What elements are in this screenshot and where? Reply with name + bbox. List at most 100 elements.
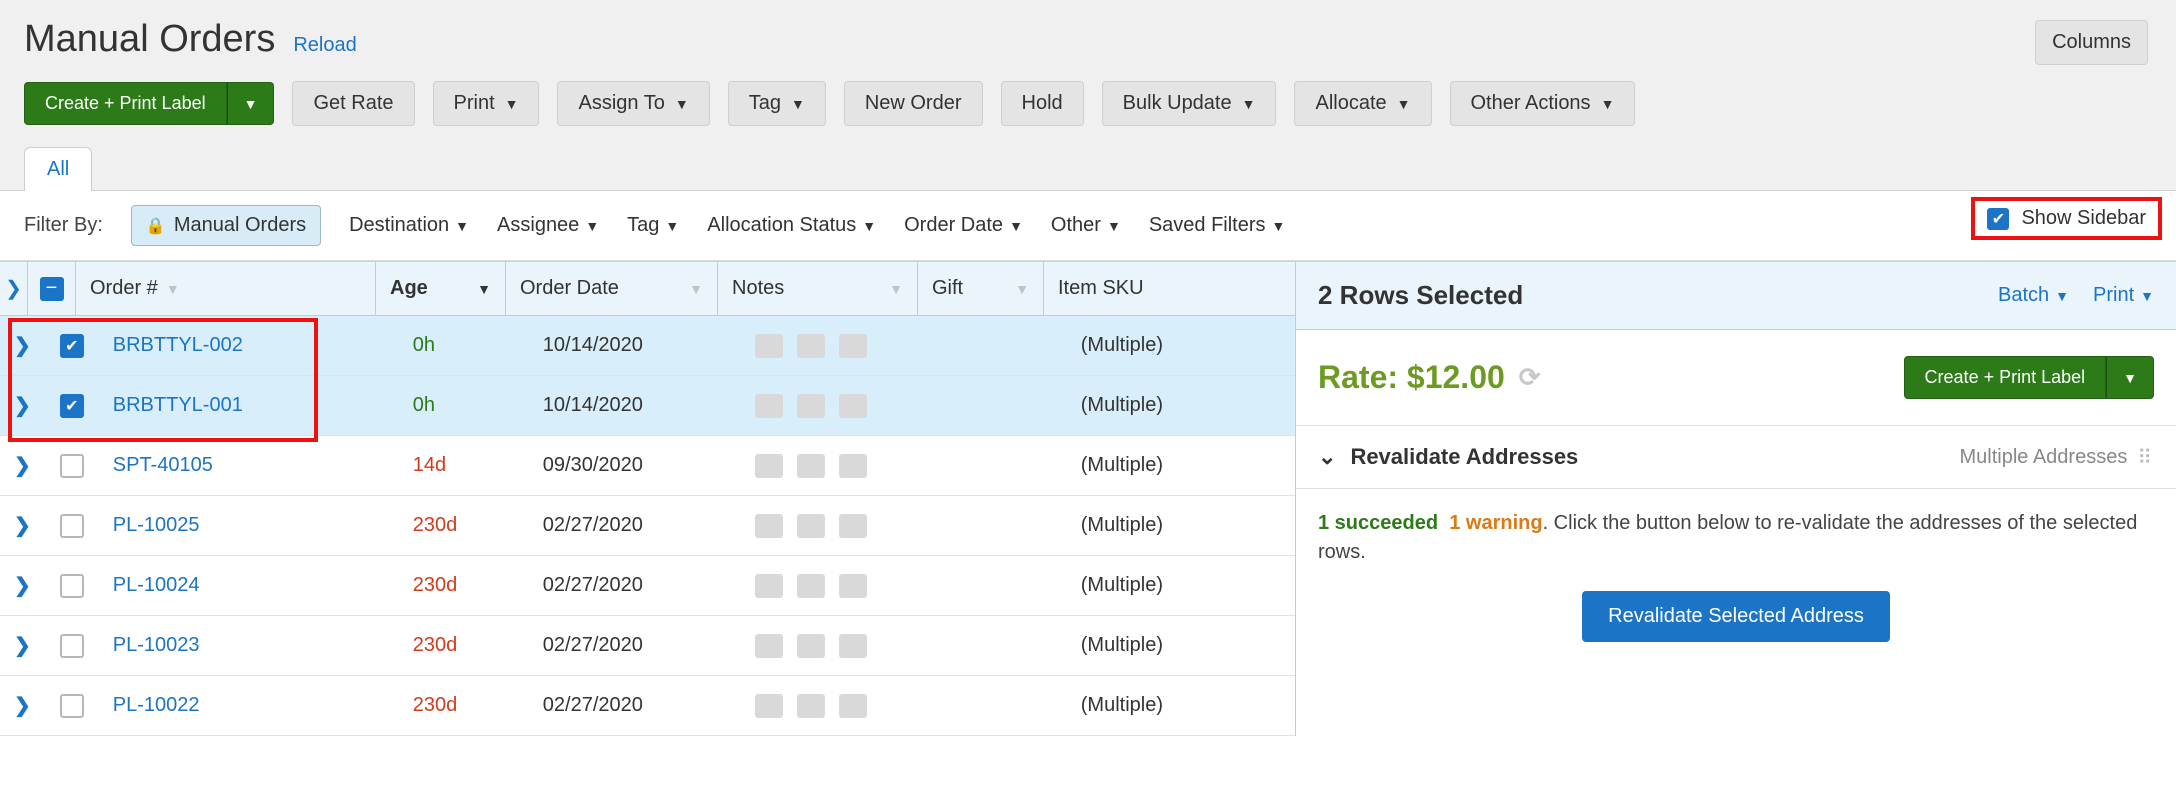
show-sidebar-toggle[interactable]: ✔ Show Sidebar [1971,197,2162,240]
drag-handle-icon[interactable]: ⠿ [2137,445,2154,470]
filter-chip-manual-orders[interactable]: 🔒 Manual Orders [131,205,321,246]
col-order-number[interactable]: Order #▼ [76,262,376,315]
row-expand-toggle[interactable]: ❯ [0,616,46,675]
order-number-link[interactable]: PL-10022 [99,676,399,735]
order-notes[interactable] [741,556,941,615]
row-checkbox[interactable]: ✔ [46,316,99,375]
row-expand-toggle[interactable]: ❯ [0,676,46,735]
caret-down-icon: ▼ [862,218,876,234]
order-gift [941,616,1067,675]
create-print-label-main[interactable]: Create + Print Label [24,82,227,125]
filter-destination[interactable]: Destination▼ [349,214,469,237]
filter-saved[interactable]: Saved Filters▼ [1149,214,1286,237]
row-expand-toggle[interactable]: ❯ [0,436,46,495]
table-row[interactable]: ❯PL-10022230d02/27/2020(Multiple) [0,676,1295,736]
row-expand-toggle[interactable]: ❯ [0,496,46,555]
col-notes[interactable]: Notes▼ [718,262,918,315]
order-notes[interactable] [741,616,941,675]
reload-link[interactable]: Reload [293,34,356,57]
col-date-label: Order Date [520,277,619,300]
filter-assignee[interactable]: Assignee▼ [497,214,599,237]
sort-icon: ▼ [166,281,180,297]
hold-button[interactable]: Hold [1001,81,1084,126]
row-checkbox[interactable] [46,496,99,555]
get-rate-button[interactable]: Get Rate [292,81,414,126]
col-order-date[interactable]: Order Date▼ [506,262,718,315]
row-checkbox[interactable] [46,616,99,675]
bulk-update-button[interactable]: Bulk Update▼ [1102,81,1277,126]
table-row[interactable]: ❯✔BRBTTYL-0020h10/14/2020(Multiple) [0,316,1295,376]
assign-to-button[interactable]: Assign To▼ [557,81,709,126]
sidebar-create-print-dropdown[interactable]: ▼ [2106,356,2154,399]
order-notes[interactable] [741,676,941,735]
table-row[interactable]: ❯SPT-4010514d09/30/2020(Multiple) [0,436,1295,496]
print-button[interactable]: Print▼ [433,81,540,126]
revalidate-section-toggle[interactable]: ⌄ Revalidate Addresses [1318,444,1578,470]
allocate-button[interactable]: Allocate▼ [1294,81,1431,126]
order-notes[interactable] [741,436,941,495]
row-checkbox[interactable] [46,676,99,735]
expand-all-toggle[interactable]: ❯ [0,262,28,315]
table-row[interactable]: ❯✔BRBTTYL-0010h10/14/2020(Multiple) [0,376,1295,436]
row-expand-toggle[interactable]: ❯ [0,556,46,615]
col-age[interactable]: Age▼ [376,262,506,315]
order-date: 09/30/2020 [529,436,741,495]
order-age: 230d [399,556,529,615]
note-comment-icon [797,634,825,658]
row-checkbox[interactable] [46,556,99,615]
sidebar-print-label: Print [2093,284,2134,307]
note-user-icon [755,694,783,718]
order-gift [941,556,1067,615]
sidebar-print-link[interactable]: Print▼ [2093,284,2154,307]
caret-down-icon: ▼ [1242,96,1256,112]
order-number-link[interactable]: BRBTTYL-001 [99,376,399,435]
order-age: 230d [399,496,529,555]
tab-all[interactable]: All [24,147,92,191]
sidebar-create-print-button[interactable]: Create + Print Label ▼ [1904,356,2154,399]
col-gift[interactable]: Gift▼ [918,262,1044,315]
select-all-checkbox[interactable]: − [28,262,76,315]
create-print-label-dropdown[interactable]: ▼ [227,82,275,125]
order-notes[interactable] [741,376,941,435]
checkbox-icon [60,694,84,718]
table-row[interactable]: ❯PL-10023230d02/27/2020(Multiple) [0,616,1295,676]
order-number-link[interactable]: PL-10023 [99,616,399,675]
other-actions-button[interactable]: Other Actions▼ [1450,81,1636,126]
columns-button[interactable]: Columns [2035,20,2148,65]
revalidate-button[interactable]: Revalidate Selected Address [1582,591,1890,642]
order-number-link[interactable]: PL-10025 [99,496,399,555]
order-notes[interactable] [741,496,941,555]
caret-down-icon: ▼ [1272,218,1286,234]
filter-other[interactable]: Other▼ [1051,214,1121,237]
row-expand-toggle[interactable]: ❯ [0,316,46,375]
create-print-label-button[interactable]: Create + Print Label ▼ [24,82,274,125]
new-order-button[interactable]: New Order [844,81,983,126]
filter-order-date[interactable]: Order Date▼ [904,214,1023,237]
note-user-icon [755,454,783,478]
filter-tag[interactable]: Tag▼ [627,214,679,237]
validation-warning-count: 1 warning [1449,512,1542,534]
sidebar-batch-link[interactable]: Batch▼ [1998,284,2069,307]
order-sku: (Multiple) [1067,556,1295,615]
col-age-label: Age [390,277,428,300]
col-item-sku[interactable]: Item SKU [1044,262,1295,315]
refresh-icon[interactable]: ⟳ [1519,362,1541,393]
print-label: Print [454,92,495,115]
filter-allocation-status[interactable]: Allocation Status▼ [707,214,876,237]
note-user-icon [755,394,783,418]
row-checkbox[interactable] [46,436,99,495]
table-row[interactable]: ❯ PL-10024230d02/27/2020 (Multiple) [0,556,1295,616]
order-number-link[interactable]: SPT-40105 [99,436,399,495]
order-date: 02/27/2020 [529,556,741,615]
order-number-link[interactable]: PL-10024 [99,556,399,615]
order-sku: (Multiple) [1067,316,1295,375]
order-notes[interactable] [741,316,941,375]
caret-down-icon: ▼ [2055,288,2069,304]
table-row[interactable]: ❯PL-10025230d02/27/2020(Multiple) [0,496,1295,556]
note-comment-icon [797,694,825,718]
order-number-link[interactable]: BRBTTYL-002 [99,316,399,375]
tag-button[interactable]: Tag▼ [728,81,826,126]
sidebar-create-print-main[interactable]: Create + Print Label [1904,356,2107,399]
row-expand-toggle[interactable]: ❯ [0,376,46,435]
row-checkbox[interactable]: ✔ [46,376,99,435]
